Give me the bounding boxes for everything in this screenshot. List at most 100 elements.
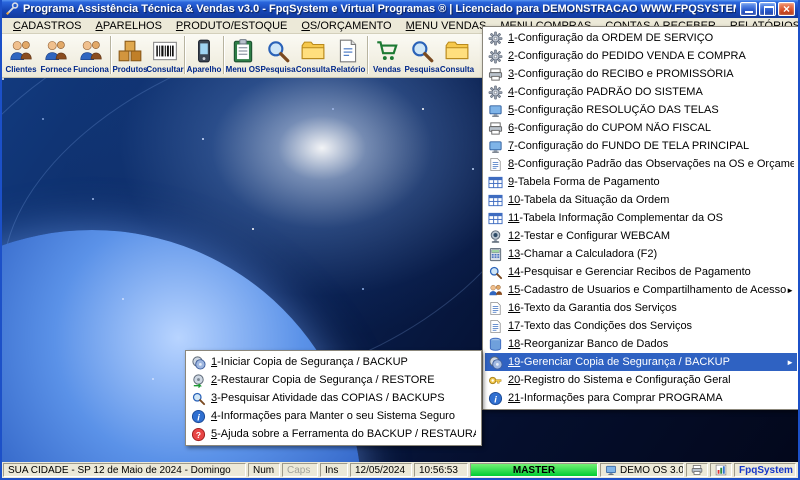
menu-item-label: 18-Reorganizar Banco de Dados — [508, 338, 794, 350]
menubar-item-os-orcamento[interactable]: OS/ORÇAMENTO — [294, 19, 398, 33]
menu-item-1-configuracao-da-ordem-de-servico[interactable]: 1-Configuração da ORDEM DE SERVIÇO — [485, 29, 797, 47]
close-button[interactable] — [778, 2, 795, 16]
table-icon — [488, 193, 503, 208]
toolbar-button-relatorio[interactable]: Relatório — [331, 35, 365, 76]
toolbar-button-fornece[interactable]: Fornece — [39, 35, 73, 76]
menu-item-21-informacoes-para-comprar-programa[interactable]: i21-Informações para Comprar PROGRAMA — [485, 389, 797, 407]
menu-item-8-configuracao-padrao-das-observacoes-na-os-e-orcamentos[interactable]: 8-Configuração Padrão das Observações na… — [485, 155, 797, 173]
menubar-item-produto-estoque[interactable]: PRODUTO/ESTOQUE — [169, 19, 294, 33]
status-caps-lock: Caps — [282, 463, 318, 477]
menu-item-16-texto-da-garantia-dos-servicos[interactable]: 16-Texto da Garantia dos Serviços — [485, 299, 797, 317]
toolbar-button-funciona[interactable]: Funciona — [74, 35, 108, 76]
toolbar-button-label: Vendas — [373, 65, 401, 74]
menu-item-15-cadastro-de-usuarios-e-compartilhamento-de-acesso[interactable]: 15-Cadastro de Usuarios e Compartilhamen… — [485, 281, 797, 299]
menu-item-14-pesquisar-e-gerenciar-recibos-de-pagamento[interactable]: 14-Pesquisar e Gerenciar Recibos de Paga… — [485, 263, 797, 281]
chart-icon — [715, 464, 727, 476]
menubar-item-menu-vendas[interactable]: MENU VENDAS — [399, 19, 494, 33]
stars — [2, 78, 4, 80]
menu-item-7-configuracao-do-fundo-de-tela-principal[interactable]: 7-Configuração do FUNDO DE TELA PRINCIPA… — [485, 137, 797, 155]
folder-icon — [444, 38, 470, 64]
gear-icon — [488, 49, 503, 64]
menu-item-label: 1-Configuração da ORDEM DE SERVIÇO — [508, 32, 794, 44]
menu-item-9-tabela-forma-de-pagamento[interactable]: 9-Tabela Forma de Pagamento — [485, 173, 797, 191]
menu-item-label: 7-Configuração do FUNDO DE TELA PRINCIPA… — [508, 140, 794, 152]
minimize-button[interactable] — [740, 2, 757, 16]
toolbar-button-consulta[interactable]: Consulta — [296, 35, 330, 76]
menu-item-label: 8-Configuração Padrão das Observações na… — [508, 158, 794, 170]
toolbar-button-label: Aparelho — [187, 65, 222, 74]
status-printer-indicator — [686, 463, 708, 477]
toolbar-button-label: Relatório — [331, 65, 366, 74]
menu-item-label: 5-Ajuda sobre a Ferramenta do BACKUP / R… — [211, 428, 476, 440]
toolbar-button-pesquisa[interactable]: Pesquisa — [261, 35, 295, 76]
toolbar-separator — [184, 36, 185, 74]
menu-item-3-pesquisar-atividade-das-copias-backups[interactable]: 3-Pesquisar Atividade das COPIAS / BACKU… — [188, 389, 479, 407]
toolbar-button-label: Consulta — [440, 65, 474, 74]
help-icon: ? — [191, 427, 206, 442]
menu-item-20-registro-do-sistema-e-configuracao-geral[interactable]: 20-Registro do Sistema e Configuração Ge… — [485, 371, 797, 389]
menu-item-17-texto-das-condicoes-dos-servicos[interactable]: 17-Texto das Condições dos Serviços — [485, 317, 797, 335]
menu-item-label: 3-Configuração do RECIBO e PROMISSÓRIA — [508, 68, 794, 80]
maximize-button[interactable] — [759, 2, 776, 16]
submenu-arrow-icon: ► — [786, 358, 794, 367]
menu-item-6-configuracao-do-cupom-nao-fiscal[interactable]: 6-Configuração do CUPOM NÃO FISCAL — [485, 119, 797, 137]
toolbar-button-pesquisa[interactable]: Pesquisa — [405, 35, 439, 76]
status-location: SUA CIDADE - SP 12 de Maio de 2024 - Dom… — [3, 463, 246, 477]
cart-icon — [374, 38, 400, 64]
toolbar-separator — [367, 36, 368, 74]
menubar-item-aparelhos[interactable]: APARELHOS — [88, 19, 168, 33]
toolbar-button-menu-os[interactable]: Menu OS — [226, 35, 260, 76]
backup-icon — [488, 355, 503, 370]
menu-item-10-tabela-da-situacao-da-ordem[interactable]: 10-Tabela da Situação da Ordem — [485, 191, 797, 209]
toolbar-button-consultar[interactable]: Consultar — [148, 35, 182, 76]
search-icon — [488, 265, 503, 280]
menu-item-12-testar-e-configurar-webcam[interactable]: 12-Testar e Configurar WEBCAM — [485, 227, 797, 245]
search-icon — [191, 391, 206, 406]
menu-item-3-configuracao-do-recibo-e-promissoria[interactable]: 3-Configuração do RECIBO e PROMISSÓRIA — [485, 65, 797, 83]
toolbar-button-consulta[interactable]: Consulta — [440, 35, 474, 76]
menu-item-4-configuracao-padrao-do-sistema[interactable]: 4-Configuração PADRÃO DO SISTEMA — [485, 83, 797, 101]
toolbar-button-vendas[interactable]: Vendas — [370, 35, 404, 76]
menu-item-5-ajuda-sobre-a-ferramenta-do-backup-restauracao[interactable]: ? 5-Ajuda sobre a Ferramenta do BACKUP / … — [188, 425, 479, 443]
toolbar-button-label: Consulta — [296, 65, 330, 74]
printer-icon — [691, 464, 703, 476]
toolbar-button-produtos[interactable]: Produtos — [113, 35, 147, 76]
restore-icon — [191, 373, 206, 388]
status-brand: FpqSystem — [734, 463, 796, 477]
toolbar-button-aparelho[interactable]: Aparelho — [187, 35, 221, 76]
backup-icon — [191, 355, 206, 370]
menu-item-label: 1-Iniciar Copia de Segurança / BACKUP — [211, 356, 476, 368]
menu-item-4-informacoes-para-manter-o-seu-sistema-seguro[interactable]: i4-Informações para Manter o seu Sistema… — [188, 407, 479, 425]
menu-item-11-tabela-informacao-complementar-da-os[interactable]: 11-Tabela Informação Complementar da OS — [485, 209, 797, 227]
window-controls — [740, 2, 795, 16]
monitor-icon — [488, 139, 503, 154]
title-bar: Programa Assistência Técnica & Vendas v3… — [2, 0, 798, 18]
toolbar-separator — [110, 36, 111, 74]
info-icon: i — [488, 391, 503, 406]
menu-item-19-gerenciar-copia-de-seguranca-backup[interactable]: 19-Gerenciar Copia de Segurança / BACKUP… — [485, 353, 797, 371]
table-icon — [488, 211, 503, 226]
toolbar-button-label: Menu OS — [226, 65, 261, 74]
menubar-item-cadastros[interactable]: CADASTROS — [6, 19, 88, 33]
status-bar: SUA CIDADE - SP 12 de Maio de 2024 - Dom… — [2, 462, 798, 478]
menu-item-label: 17-Texto das Condições dos Serviços — [508, 320, 794, 332]
calculator-icon — [488, 247, 503, 262]
menu-item-2-configuracao-do-pedido-venda-e-compra[interactable]: 2-Configuração do PEDIDO VENDA E COMPRA — [485, 47, 797, 65]
gear-icon — [488, 31, 503, 46]
app-icon — [5, 2, 19, 16]
monitor-icon — [488, 103, 503, 118]
ferramentas-dropdown-menu: 1-Configuração da ORDEM DE SERVIÇO 2-Conf… — [482, 26, 800, 410]
svg-text:i: i — [494, 394, 497, 404]
menu-item-13-chamar-a-calculadora-f2[interactable]: 13-Chamar a Calculadora (F2) — [485, 245, 797, 263]
toolbar-button-label: Clientes — [5, 65, 36, 74]
menu-item-2-restaurar-copia-de-seguranca-restore[interactable]: 2-Restaurar Copia de Segurança / RESTORE — [188, 371, 479, 389]
people-icon — [43, 38, 69, 64]
menu-item-5-configuracao-resolucao-das-telas[interactable]: 5-Configuração RESOLUÇÃO DAS TELAS — [485, 101, 797, 119]
menu-item-1-iniciar-copia-de-seguranca-backup[interactable]: 1-Iniciar Copia de Segurança / BACKUP — [188, 353, 479, 371]
window-title: Programa Assistência Técnica & Vendas v3… — [23, 3, 736, 15]
menu-item-18-reorganizar-banco-de-dados[interactable]: 18-Reorganizar Banco de Dados — [485, 335, 797, 353]
toolbar-button-clientes[interactable]: Clientes — [4, 35, 38, 76]
backup-submenu: 1-Iniciar Copia de Segurança / BACKUP 2-R… — [185, 350, 482, 446]
menu-item-label: 5-Configuração RESOLUÇÃO DAS TELAS — [508, 104, 794, 116]
menu-item-label: 2-Configuração do PEDIDO VENDA E COMPRA — [508, 50, 794, 62]
